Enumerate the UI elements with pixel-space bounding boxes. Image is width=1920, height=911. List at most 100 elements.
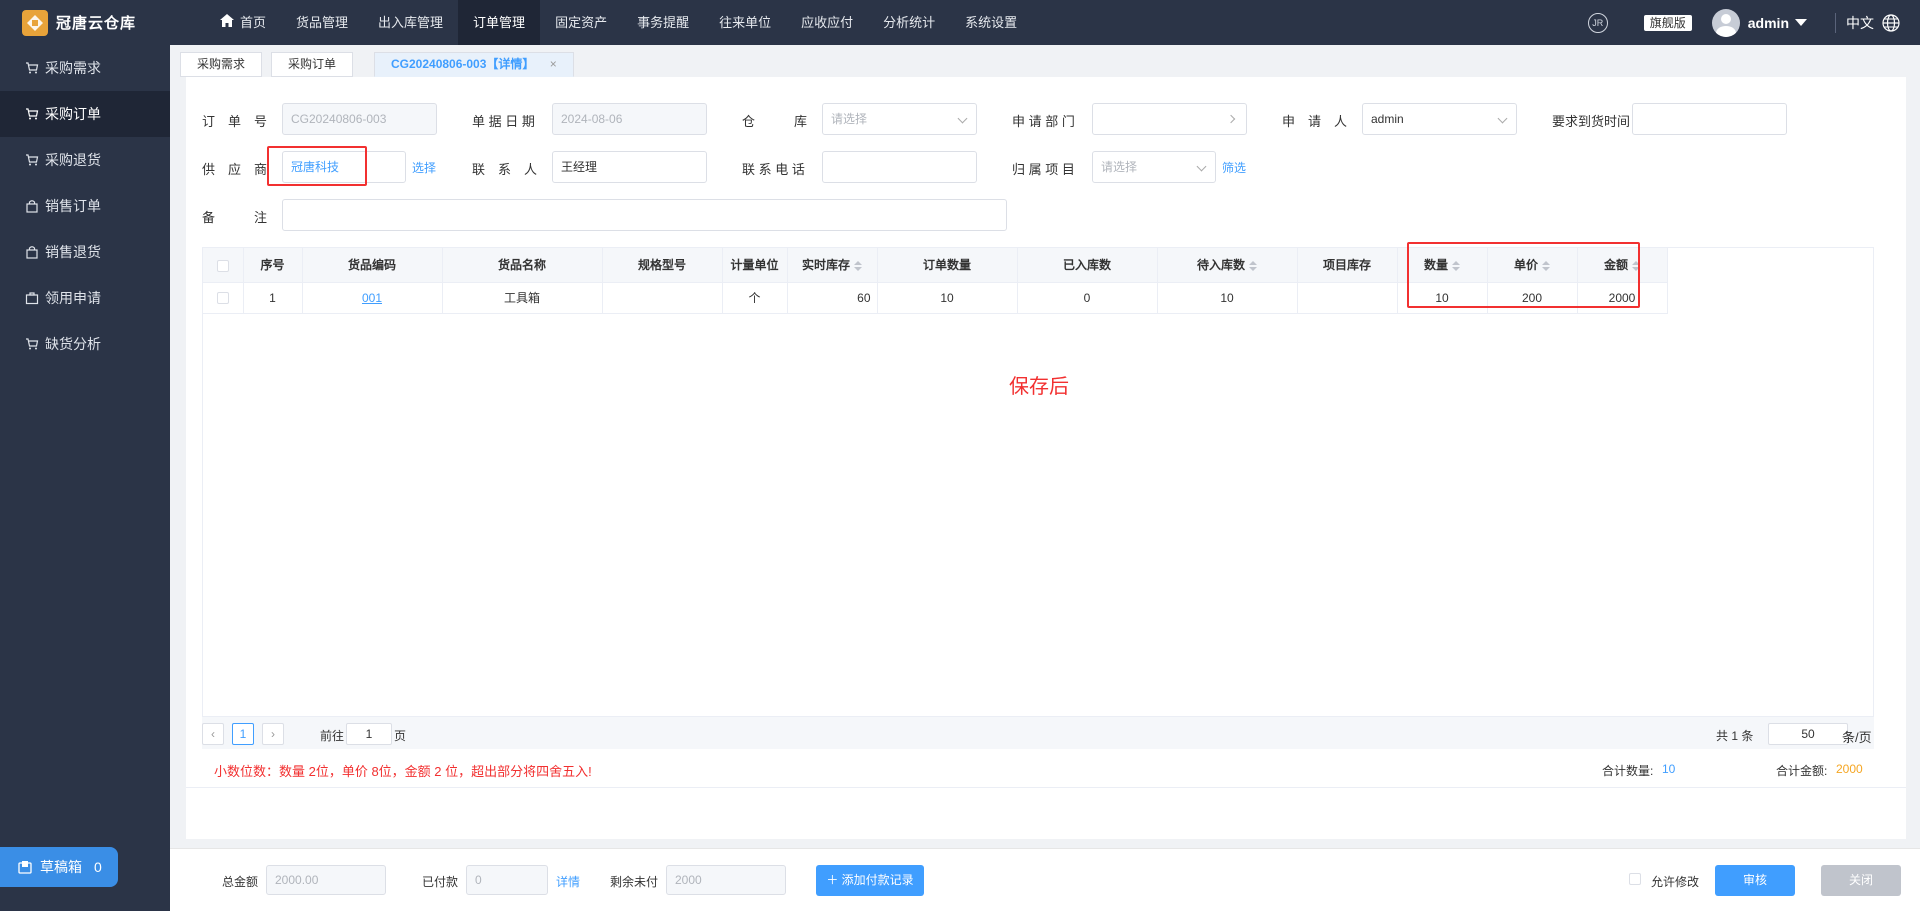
arrival-date-field[interactable] [1632, 103, 1787, 135]
header-label: 实时库存 [801, 258, 850, 273]
remark-field[interactable] [282, 199, 1007, 231]
brand-name: 冠唐云仓库 [56, 15, 137, 32]
nav-settings[interactable]: 系统设置 [950, 0, 1032, 45]
page-size-select[interactable]: 50 [1768, 723, 1848, 745]
contact-field[interactable]: 王经理 [552, 151, 707, 183]
prev-page-button[interactable]: ‹ [202, 723, 224, 745]
checkbox[interactable] [216, 292, 229, 305]
tab-order-detail-label: CG20240806-003【详情】 [391, 57, 535, 71]
header-cell: 规格型号 [602, 248, 723, 283]
sidebar-item-purchase-order[interactable]: 采购订单 [0, 91, 170, 137]
nav-home[interactable]: 首页 [205, 0, 281, 45]
header-select-all[interactable] [203, 248, 244, 283]
warehouse-select[interactable]: 请选择 [822, 103, 977, 135]
cart-icon [26, 108, 39, 120]
next-page-button[interactable]: › [262, 723, 284, 745]
tab-purchase-demand[interactable]: 采购需求 [180, 52, 263, 77]
caret-down-icon[interactable] [1795, 19, 1807, 26]
draft-count: 0 [94, 859, 102, 875]
sidebar-item-label: 销售订单 [45, 198, 101, 214]
draft-box-button[interactable]: 草稿箱 0 [0, 847, 118, 887]
nav-orders[interactable]: 订单管理 [458, 0, 541, 45]
cell-stock: 60 [787, 282, 878, 314]
cell-seq: 1 [243, 282, 303, 314]
briefcase-icon [25, 292, 39, 305]
applicant-value: admin [1371, 112, 1404, 126]
header-cell-sortable[interactable]: 实时库存 [787, 248, 878, 283]
header-cell-sortable[interactable]: 待入库数 [1157, 248, 1298, 283]
project-filter-link[interactable]: 筛选 [1222, 159, 1246, 176]
cell-project-stock [1297, 282, 1398, 314]
doc-date-field[interactable]: 2024-08-06 [552, 103, 707, 135]
avatar[interactable] [1711, 8, 1740, 37]
form-row-1: 订 单 号 CG20240806-003 单 据 日 期 2024-08-06 … [186, 103, 1906, 135]
brand[interactable]: 冠唐云仓库 [0, 0, 170, 45]
nav-assets[interactable]: 固定资产 [540, 0, 622, 45]
row-select[interactable] [203, 282, 244, 314]
dept-select[interactable] [1092, 103, 1247, 135]
approve-button[interactable]: 审核 [1715, 865, 1795, 896]
globe-icon[interactable] [1882, 13, 1900, 32]
nav-goods[interactable]: 货品管理 [281, 0, 363, 45]
tab-purchase-order[interactable]: 采购订单 [271, 52, 354, 77]
total-amount-value: 2000 [1836, 762, 1863, 776]
payment-detail-link[interactable]: 详情 [556, 873, 580, 890]
sidebar-item-purchase-demand[interactable]: 采购需求 [0, 45, 170, 91]
decimal-note: 小数位数：数量 2位，单价 8位，金额 2 位，超出部分将四舍五入! [214, 764, 592, 779]
username[interactable]: admin [1748, 15, 1789, 31]
nav-partners[interactable]: 往来单位 [704, 0, 786, 45]
page-number-button[interactable]: 1 [232, 723, 254, 745]
sidebar-item-shortage[interactable]: 缺货分析 [0, 321, 170, 367]
nav-inout[interactable]: 出入库管理 [363, 0, 458, 45]
order-no-label: 订 单 号 [202, 114, 268, 129]
page-size-suffix: 条/页 [1842, 730, 1872, 745]
total-amount-label: 合计金额: [1776, 764, 1828, 778]
cart-icon [26, 62, 39, 74]
applicant-select[interactable]: admin [1362, 103, 1517, 135]
total-amount-field[interactable]: 2000.00 [266, 865, 386, 895]
main-nav: 首页 货品管理 出入库管理 订单管理 固定资产 事务提醒 往来单位 应收应付 分… [205, 0, 1032, 45]
unpaid-field[interactable]: 2000 [666, 865, 786, 895]
logo-icon [22, 9, 48, 36]
sidebar-item-sales-order[interactable]: 销售订单 [0, 183, 170, 229]
tab-order-detail[interactable]: CG20240806-003【详情】 × [374, 52, 574, 77]
sort-icon[interactable] [1249, 261, 1257, 272]
paid-field[interactable]: 0 [466, 865, 548, 895]
close-button[interactable]: 关闭 [1821, 865, 1901, 896]
header-cell: 已入库数 [1017, 248, 1158, 283]
sidebar-item-purchase-return[interactable]: 采购退货 [0, 137, 170, 183]
cell-unit: 个 [722, 282, 788, 314]
highlight-box-qty-price-amount [1407, 242, 1640, 308]
goods-code-link[interactable]: 001 [362, 291, 382, 305]
chevron-down-icon [1497, 113, 1508, 124]
phone-field[interactable] [822, 151, 977, 183]
sidebar-item-label: 采购订单 [45, 106, 101, 122]
language-switch[interactable]: 中文 [1846, 13, 1874, 33]
cell-name: 工具箱 [442, 282, 603, 314]
cart-icon [26, 338, 39, 350]
bag-icon [26, 246, 38, 259]
allow-edit-checkbox[interactable] [1629, 873, 1641, 885]
order-no-field[interactable]: CG20240806-003 [282, 103, 437, 135]
project-label: 归 属 项 目 [1012, 162, 1075, 177]
nav-receivables[interactable]: 应收应付 [786, 0, 868, 45]
sort-icon[interactable] [854, 261, 862, 272]
arrival-label: 要求到货时间 [1552, 114, 1631, 129]
nav-analysis[interactable]: 分析统计 [868, 0, 950, 45]
add-payment-button[interactable]: ＋ 添加付款记录 [816, 865, 924, 896]
sidebar-item-requisition[interactable]: 领用申请 [0, 275, 170, 321]
project-select[interactable]: 请选择 [1092, 151, 1216, 183]
top-right-tools: JR 旗舰版 admin 中文 [1587, 0, 1920, 45]
items-table-area: 序号 货品编码 货品名称 规格型号 计量单位 实时库存 订单数量 已入库数 待入… [202, 247, 1874, 717]
checkbox[interactable] [216, 259, 229, 272]
bag-icon [26, 200, 38, 213]
help-icon[interactable]: JR [1587, 12, 1608, 33]
sidebar-item-sales-return[interactable]: 销售退货 [0, 229, 170, 275]
divider [1835, 12, 1836, 33]
sidebar-item-label: 采购需求 [45, 60, 101, 76]
nav-reminders[interactable]: 事务提醒 [622, 0, 704, 45]
total-label: 总金额 [222, 875, 259, 889]
close-icon[interactable]: × [550, 57, 557, 71]
supplier-select-link[interactable]: 选择 [412, 159, 436, 176]
goto-page-input[interactable]: 1 [346, 723, 392, 745]
